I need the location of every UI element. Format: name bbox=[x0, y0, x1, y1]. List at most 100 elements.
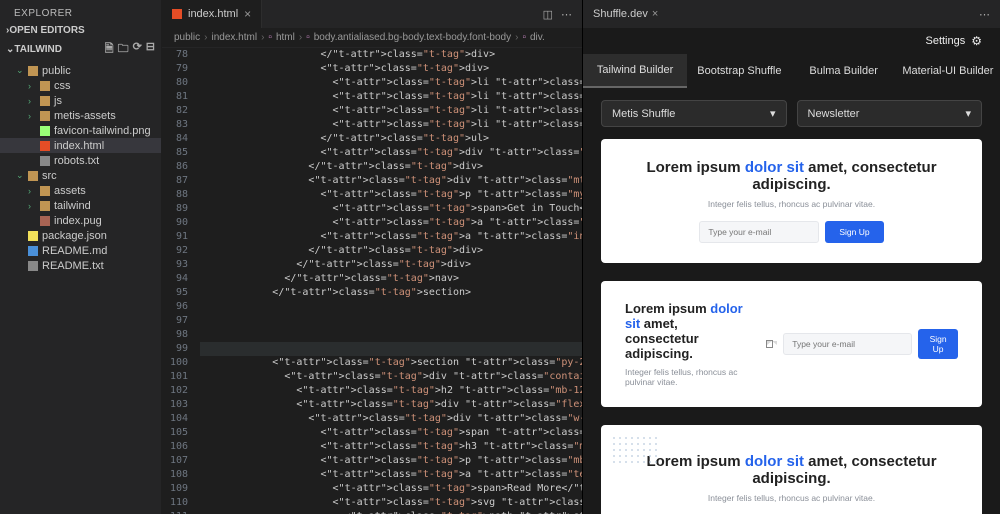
preview-scroll[interactable]: Lorem ipsum dolor sit amet, consectetur … bbox=[583, 139, 1000, 514]
file-item[interactable]: index.pug bbox=[0, 213, 161, 228]
select-category-value: Newsletter bbox=[808, 108, 860, 120]
folder-icon bbox=[28, 171, 38, 181]
builder-tab[interactable]: Bulma Builder bbox=[792, 54, 896, 88]
breadcrumb-seg[interactable]: public bbox=[174, 32, 200, 43]
folder-item[interactable]: ⌄ public bbox=[0, 63, 161, 78]
tree-item-label: tailwind bbox=[54, 200, 91, 212]
tree-item-label: index.html bbox=[54, 140, 104, 152]
file-item[interactable]: robots.txt bbox=[0, 153, 161, 168]
builder-tab[interactable]: Tailwind Builder bbox=[583, 54, 687, 88]
explorer-title: EXPLORER bbox=[0, 0, 161, 23]
panel-tab-shuffle[interactable]: Shuffle.dev × bbox=[583, 8, 668, 20]
open-editors-section[interactable]: › OPEN EDITORS bbox=[0, 23, 161, 38]
editor-tab-label: index.html bbox=[188, 8, 238, 20]
builder-tab[interactable]: Bootstrap Shuffle bbox=[687, 54, 791, 88]
code-body[interactable]: </"t-attr">class="t-tag">div> <"t-attr">… bbox=[200, 48, 582, 514]
email-input[interactable] bbox=[783, 333, 912, 355]
builder-tab[interactable]: Material-UI Builder bbox=[896, 54, 1000, 88]
select-category[interactable]: Newsletter ▾ bbox=[797, 100, 983, 127]
split-editor-icon[interactable]: ◫ bbox=[543, 8, 553, 21]
folder-item[interactable]: ›js bbox=[0, 93, 161, 108]
mail-icon bbox=[766, 340, 773, 348]
txt-icon bbox=[28, 261, 38, 271]
txt-icon bbox=[40, 156, 50, 166]
chevron-right-icon: › bbox=[28, 186, 36, 196]
chevron-right-icon: › bbox=[261, 32, 264, 43]
chevron-down-icon: ⌄ bbox=[6, 44, 14, 55]
card-sub: Integer felis tellus, rhoncus ac pulvina… bbox=[625, 199, 958, 209]
card-heading: Lorem ipsum dolor sit amet, consectetur … bbox=[625, 159, 958, 193]
settings-label[interactable]: Settings bbox=[925, 35, 965, 47]
signup-button[interactable]: Sign Up bbox=[825, 221, 883, 243]
file-item[interactable]: favicon-tailwind.png bbox=[0, 123, 161, 138]
preview-card[interactable]: Lorem ipsum dolor sit amet, consectetur … bbox=[601, 425, 982, 514]
more-icon[interactable]: ⋯ bbox=[969, 8, 1000, 21]
more-icon[interactable]: ⋯ bbox=[561, 8, 572, 21]
select-template[interactable]: Metis Shuffle ▾ bbox=[601, 100, 787, 127]
folder-icon bbox=[40, 201, 50, 211]
breadcrumb-seg[interactable]: body.antialiased.bg-body.text-body.font-… bbox=[314, 32, 511, 43]
md-icon bbox=[28, 246, 38, 256]
folder-icon bbox=[28, 66, 38, 76]
file-item[interactable]: index.html bbox=[0, 138, 161, 153]
json-icon bbox=[28, 231, 38, 241]
close-icon[interactable]: × bbox=[244, 7, 251, 21]
tree-item-label: public bbox=[42, 65, 71, 77]
card-heading: Lorem ipsum dolor sit amet, consectetur … bbox=[625, 301, 746, 361]
email-input[interactable] bbox=[699, 221, 819, 243]
tree-item-label: README.txt bbox=[42, 260, 104, 272]
line-gutter: 7879808182838485868788899091929394959697… bbox=[162, 48, 200, 514]
preview-card[interactable]: Lorem ipsum dolor sit amet, consectetur … bbox=[601, 139, 982, 263]
folder-item[interactable]: ⌄ src bbox=[0, 168, 161, 183]
folder-item[interactable]: › css bbox=[0, 78, 161, 93]
breadcrumb-seg[interactable]: index.html bbox=[211, 32, 257, 43]
folder-item[interactable]: ›assets bbox=[0, 183, 161, 198]
folder-icon bbox=[40, 81, 50, 91]
element-icon: ▫ bbox=[268, 32, 272, 43]
close-icon[interactable]: × bbox=[652, 8, 658, 20]
editor-pane: index.html × ◫ ⋯ public › index.html › ▫ html… bbox=[162, 0, 582, 514]
preview-card[interactable]: Lorem ipsum dolor sit amet, consectetur … bbox=[601, 281, 982, 407]
html-icon bbox=[40, 141, 50, 151]
gear-icon[interactable]: ⚙ bbox=[971, 34, 982, 48]
explorer-sidebar: EXPLORER › OPEN EDITORS ⌄ TAILWIND 🗎 🗀 ⟳… bbox=[0, 0, 162, 514]
tree-item-label: package.json bbox=[42, 230, 107, 242]
pug-icon bbox=[40, 216, 50, 226]
tree-item-label: src bbox=[42, 170, 57, 182]
chevron-right-icon: › bbox=[204, 32, 207, 43]
img-icon bbox=[40, 126, 50, 136]
breadcrumb-seg[interactable]: html bbox=[276, 32, 295, 43]
file-item[interactable]: README.txt bbox=[0, 258, 161, 273]
chevron-right-icon: › bbox=[515, 32, 518, 43]
folder-item[interactable]: ›metis-assets bbox=[0, 108, 161, 123]
tree-item-label: js bbox=[54, 95, 62, 107]
tree-item-label: css bbox=[54, 80, 71, 92]
html-icon bbox=[172, 9, 182, 19]
chevron-right-icon: › bbox=[28, 81, 36, 91]
refresh-icon[interactable]: ⟳ bbox=[133, 40, 142, 59]
chevron-down-icon: ▾ bbox=[770, 107, 776, 120]
new-folder-icon[interactable]: 🗀 bbox=[118, 40, 129, 59]
editor-tab-index[interactable]: index.html × bbox=[162, 0, 262, 28]
chevron-right-icon: › bbox=[299, 32, 302, 43]
file-item[interactable]: package.json bbox=[0, 228, 161, 243]
new-file-icon[interactable]: 🗎 bbox=[105, 40, 114, 59]
tree-item-label: metis-assets bbox=[54, 110, 116, 122]
decorative-dots bbox=[611, 435, 659, 467]
builder-tabs: Tailwind BuilderBootstrap ShuffleBulma B… bbox=[583, 54, 1000, 88]
element-icon: ▫ bbox=[306, 32, 310, 43]
project-section[interactable]: ⌄ TAILWIND 🗎 🗀 ⟳ ⊟ bbox=[0, 38, 161, 61]
signup-button[interactable]: Sign Up bbox=[918, 329, 958, 359]
tree-item-label: favicon-tailwind.png bbox=[54, 125, 151, 137]
breadcrumb-seg[interactable]: div. bbox=[530, 32, 545, 43]
chevron-down-icon: ⌄ bbox=[16, 170, 24, 181]
editor-tabbar: index.html × ◫ ⋯ bbox=[162, 0, 582, 28]
tree-item-label: index.pug bbox=[54, 215, 102, 227]
folder-item[interactable]: › tailwind bbox=[0, 198, 161, 213]
chevron-down-icon: ⌄ bbox=[16, 65, 24, 76]
breadcrumb[interactable]: public › index.html › ▫ html › ▫ body.antialiase… bbox=[162, 28, 582, 48]
file-item[interactable]: README.md bbox=[0, 243, 161, 258]
chevron-right-icon: › bbox=[28, 201, 36, 211]
tree-item-label: README.md bbox=[42, 245, 107, 257]
collapse-icon[interactable]: ⊟ bbox=[146, 40, 155, 59]
